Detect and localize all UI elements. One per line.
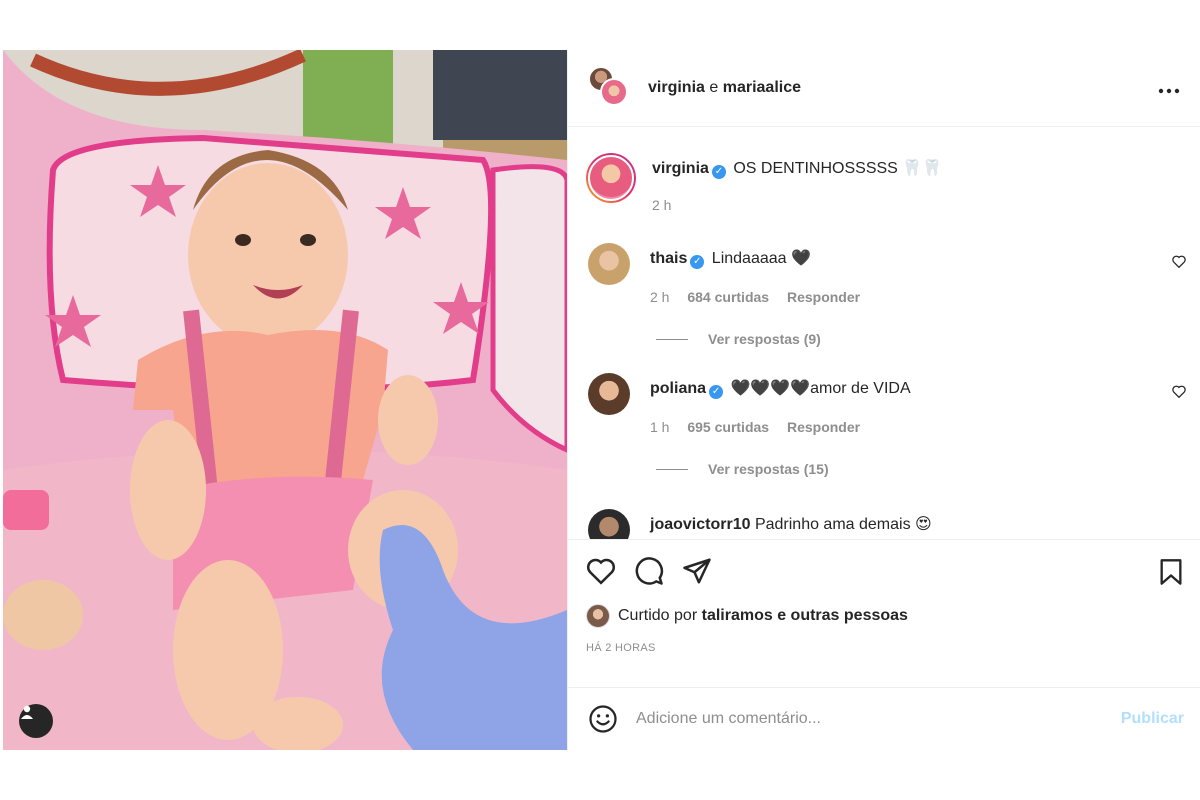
story-ring-avatar[interactable] [586,153,636,203]
comment-item: poliana ✓ 🖤🖤🖤🖤amor de VIDA 1 h 695 curtid… [568,373,1200,435]
view-replies-button[interactable]: Ver respostas (9) [656,331,1200,347]
baby-photo-illustration [3,50,567,750]
like-comment-heart-icon[interactable] [1172,255,1186,268]
comment-text: Padrinho ama demais 😍 [754,516,932,533]
verified-badge-icon: ✓ [690,255,705,269]
more-options-button[interactable] [1158,77,1180,100]
collab-avatars[interactable] [588,66,632,110]
more-horizontal-icon [1158,88,1180,93]
share-icon[interactable] [682,557,712,585]
view-replies-label: Ver respostas (9) [708,331,821,347]
caption-text: OS DENTINHOSSSSS 🦷🦷 [733,160,943,177]
avatar[interactable] [588,243,630,285]
view-replies-label: Ver respostas (15) [708,461,829,477]
tagged-users-button[interactable] [19,704,53,738]
avatar [600,78,628,106]
author-separator: e [709,79,719,96]
likes-summary: Curtido por taliramos e outras pessoas [586,604,1184,628]
post-authors: virginia e mariaalice [648,79,801,97]
reply-button[interactable]: Responder [787,289,860,305]
like-comment-heart-icon[interactable] [1172,385,1186,398]
post-actions: Curtido por taliramos e outras pessoas H… [568,539,1200,687]
verified-badge-icon: ✓ [711,165,726,179]
avatar[interactable] [588,509,630,539]
comment-likes[interactable]: 684 curtidas [687,289,769,305]
caption-time: 2 h [652,197,672,213]
comment-item: thais ✓ Lindaaaaa 🖤 2 h 684 curtidas Resp… [568,243,1200,305]
instagram-post: virginia e mariaalice virginia ✓ OS DENTI… [3,50,1200,750]
avatar[interactable] [588,373,630,415]
avatar[interactable] [586,604,610,628]
comments-list[interactable]: virginia ✓ OS DENTINHOSSSSS 🦷🦷 2 h thais ✓… [568,127,1200,539]
heart-icon[interactable] [586,557,616,585]
liked-by-others[interactable]: e outras pessoas [777,607,908,625]
comment-time: 1 h [650,419,670,435]
author-link[interactable]: mariaalice [723,79,801,96]
post-caption: virginia ✓ OS DENTINHOSSSSS 🦷🦷 2 h [568,127,1200,213]
post-photo[interactable] [3,50,567,750]
author-link[interactable]: virginia [648,79,705,96]
replies-divider [656,338,688,340]
add-comment-bar: Publicar [568,687,1200,750]
comment-username[interactable]: poliana [650,380,706,397]
emoji-icon[interactable] [588,704,618,734]
user-icon [21,705,33,719]
publish-button[interactable]: Publicar [1121,710,1184,728]
reply-button[interactable]: Responder [787,419,860,435]
comment-time: 2 h [650,289,670,305]
comment-likes[interactable]: 695 curtidas [687,419,769,435]
comment-item: joaovictorr10 Padrinho ama demais 😍 [568,509,1200,539]
comment-username[interactable]: joaovictorr10 [650,516,750,533]
likes-prefix: Curtido por [618,607,698,624]
post-header: virginia e mariaalice [568,50,1200,127]
comment-text: 🖤🖤🖤🖤amor de VIDA [730,380,911,397]
liked-by-user[interactable]: taliramos [702,607,773,625]
replies-divider [656,468,688,470]
post-timestamp[interactable]: HÁ 2 HORAS [586,642,1184,654]
comment-text: Lindaaaaa 🖤 [711,250,811,267]
comment-input[interactable] [636,710,1121,728]
comment-icon[interactable] [634,556,664,586]
comment-username[interactable]: thais [650,250,687,267]
caption-username[interactable]: virginia [652,160,709,177]
post-side-panel: virginia e mariaalice virginia ✓ OS DENTI… [567,50,1200,750]
verified-badge-icon: ✓ [709,385,724,399]
view-replies-button[interactable]: Ver respostas (15) [656,461,1200,477]
bookmark-icon[interactable] [1158,558,1184,586]
